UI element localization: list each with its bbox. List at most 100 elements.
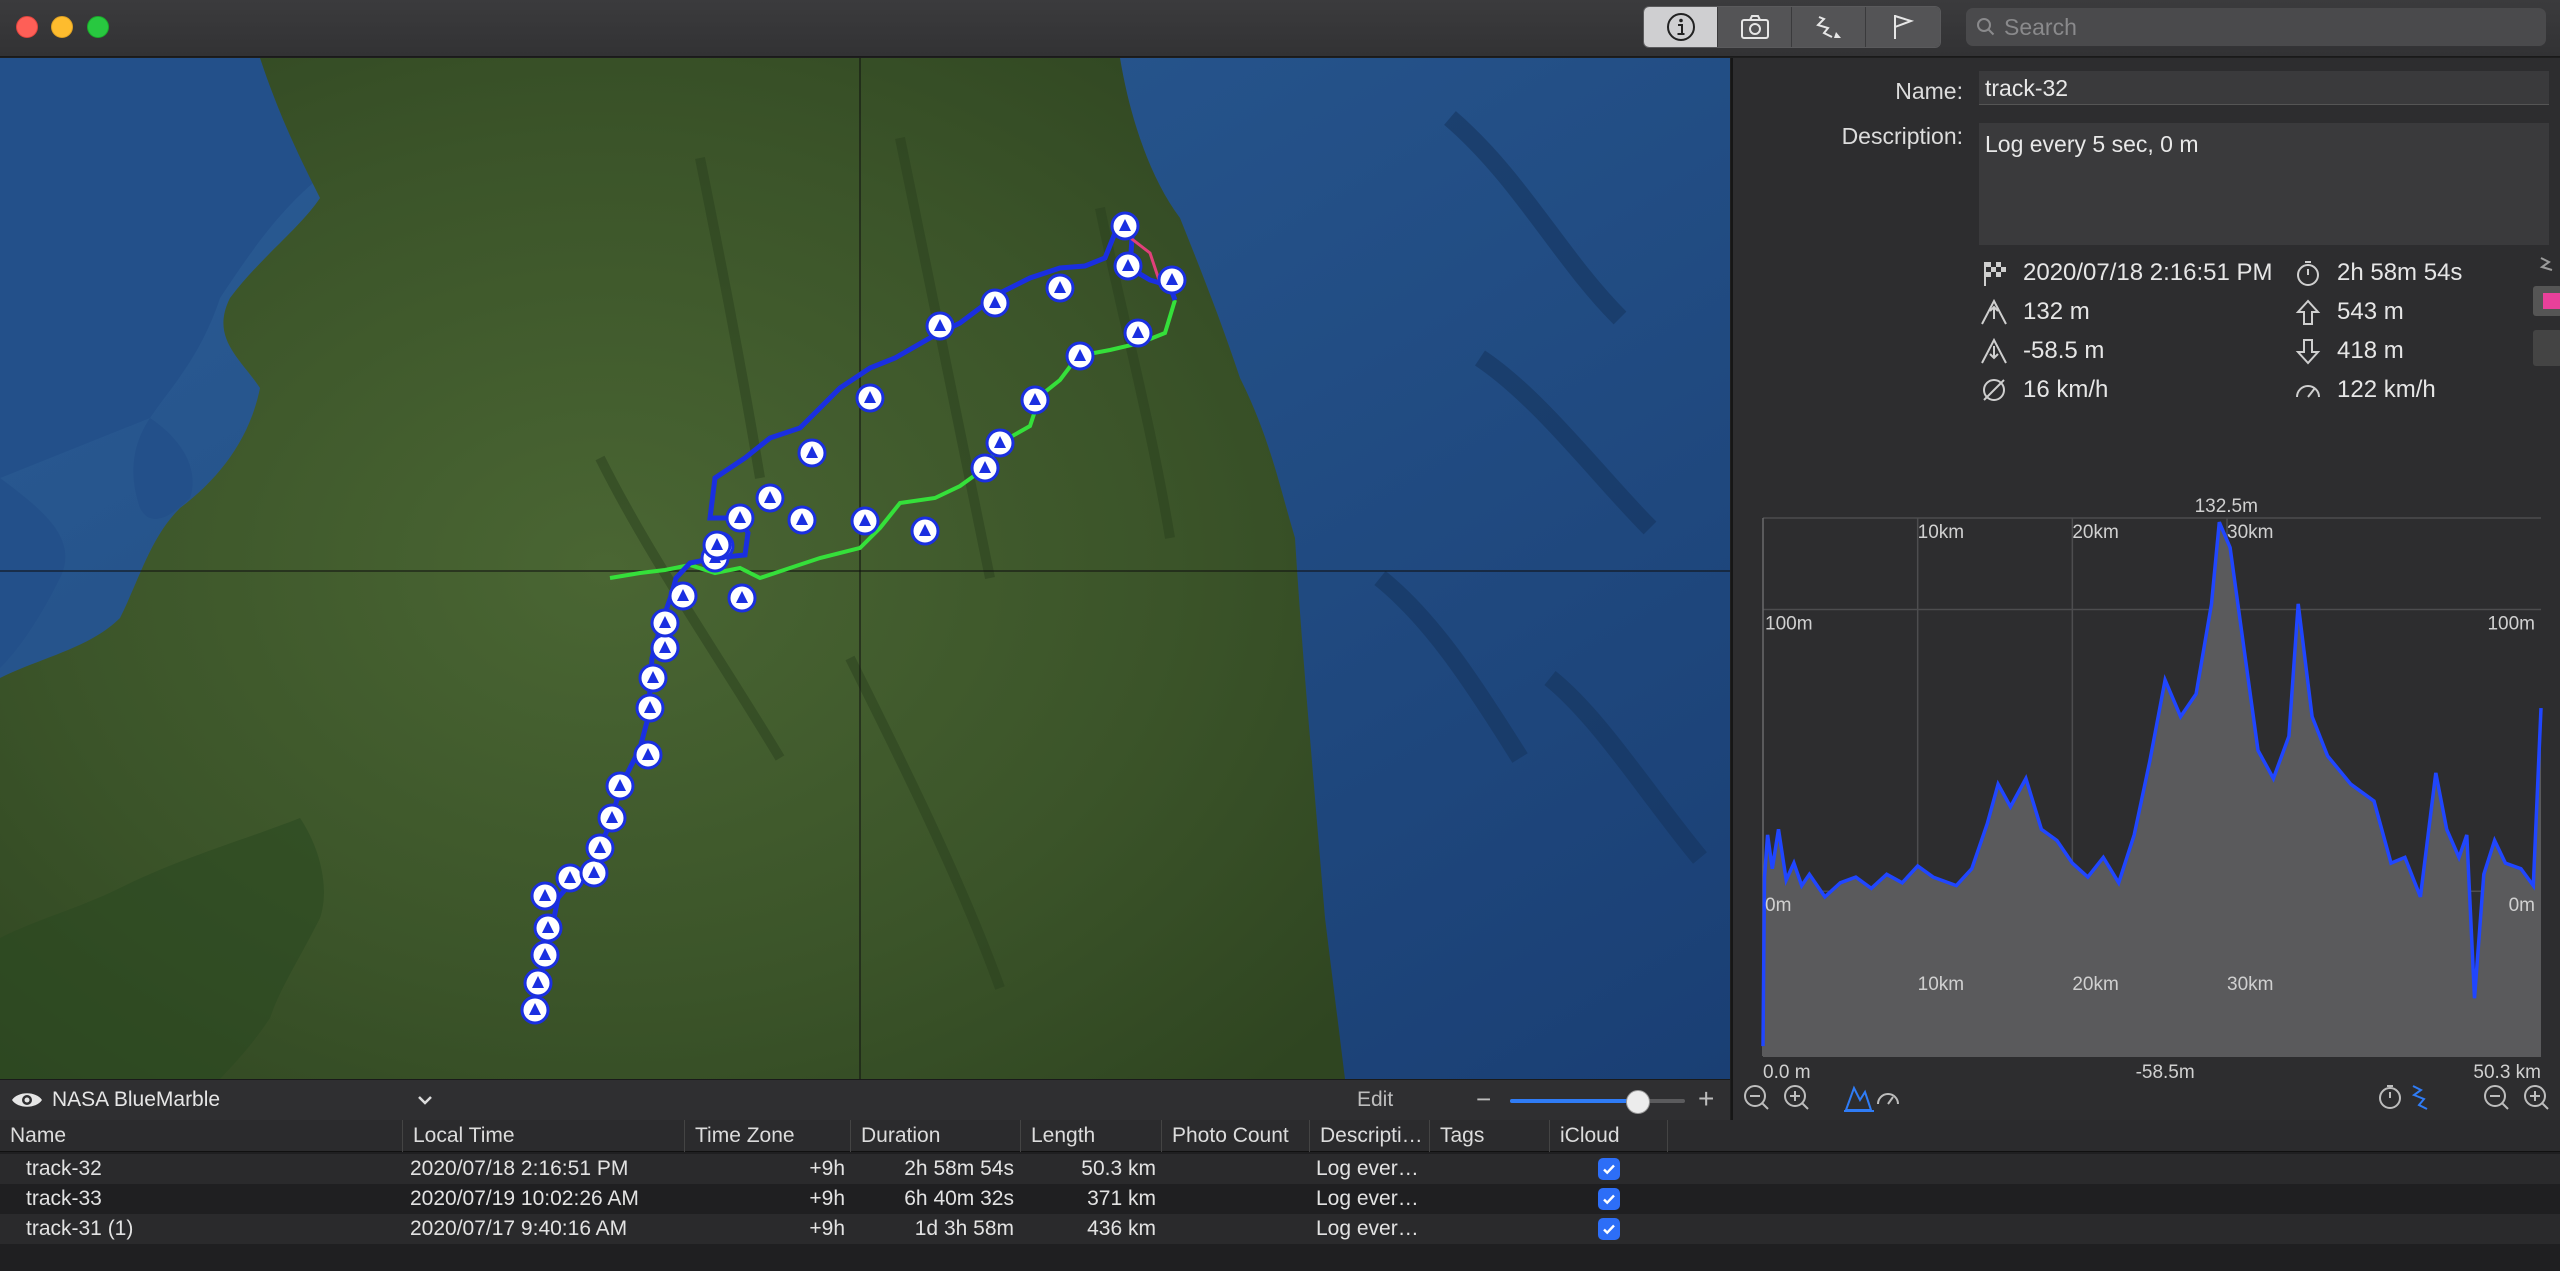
zoom-slider-knob[interactable] xyxy=(1625,1090,1650,1114)
track-marker[interactable] xyxy=(1110,211,1140,241)
zoom-slider[interactable] xyxy=(1510,1099,1685,1103)
name-field[interactable]: track-32 xyxy=(1979,71,2549,105)
track-marker[interactable] xyxy=(985,428,1015,458)
description-field[interactable]: Log every 5 sec, 0 m xyxy=(1979,123,2549,245)
zoom-out-button[interactable]: − xyxy=(1476,1084,1491,1115)
column-header-duration[interactable]: Duration xyxy=(851,1120,1021,1152)
distance-axis-icon[interactable] xyxy=(2411,1085,2428,1110)
close-window-button[interactable] xyxy=(16,16,38,38)
checkered-flag-icon xyxy=(1984,262,2006,286)
column-header-photo-count[interactable]: Photo Count xyxy=(1162,1120,1310,1152)
track-marker[interactable] xyxy=(533,913,563,943)
track-marker[interactable] xyxy=(755,483,785,513)
minimize-window-button[interactable] xyxy=(51,16,73,38)
track-marker[interactable] xyxy=(925,311,955,341)
cell-duration: 6h 40m 32s xyxy=(904,1187,1014,1210)
track-marker[interactable] xyxy=(797,438,827,468)
cell-tags xyxy=(1436,1184,1546,1214)
descent-stat: 418 m xyxy=(2293,336,2404,366)
track-marker[interactable] xyxy=(650,608,680,638)
track-marker[interactable] xyxy=(850,506,880,536)
track-marker[interactable] xyxy=(702,530,732,560)
zoom-window-button[interactable] xyxy=(87,16,109,38)
track-table: Name Local Time Time Zone Duration Lengt… xyxy=(0,1120,2560,1271)
track-marker[interactable] xyxy=(638,663,668,693)
chevron-down-icon[interactable] xyxy=(415,1093,435,1107)
icloud-checkbox[interactable] xyxy=(1598,1218,1620,1240)
track-marker[interactable] xyxy=(530,881,560,911)
zoom-slider-fill xyxy=(1510,1099,1638,1103)
track-marker[interactable] xyxy=(787,505,817,535)
tracks-tab-button[interactable] xyxy=(1792,7,1866,47)
duration-stat: 2h 58m 54s xyxy=(2293,258,2462,288)
track-marker[interactable] xyxy=(970,453,1000,483)
max-altitude-stat: 132 m xyxy=(1979,297,2090,327)
chart-y-min-label: -58.5m xyxy=(2136,1062,2195,1078)
track-marker[interactable] xyxy=(1020,385,1050,415)
track-marker[interactable] xyxy=(605,771,635,801)
icloud-checkbox[interactable] xyxy=(1598,1158,1620,1180)
map-view[interactable] xyxy=(0,58,1730,1079)
track-marker[interactable] xyxy=(1065,341,1095,371)
chart-zoom-in-right-icon[interactable] xyxy=(2524,1085,2549,1110)
track-marker[interactable] xyxy=(635,693,665,723)
track-marker[interactable] xyxy=(597,803,627,833)
track-marker[interactable] xyxy=(910,516,940,546)
min-altitude-icon xyxy=(1981,337,2007,364)
track-marker[interactable] xyxy=(585,833,615,863)
track-marker[interactable] xyxy=(579,858,609,888)
elevation-area xyxy=(1763,522,2541,1056)
cell-duration: 2h 58m 54s xyxy=(904,1157,1014,1180)
chart-zoom-out-right-icon[interactable] xyxy=(2484,1085,2509,1110)
color-strip[interactable] xyxy=(2531,248,2560,368)
column-header-name[interactable]: Name xyxy=(0,1120,403,1152)
track-marker[interactable] xyxy=(650,633,680,663)
chart-zoom-in-icon[interactable] xyxy=(1784,1085,1809,1110)
track-marker[interactable] xyxy=(980,288,1010,318)
table-row[interactable]: track-31 (1) 2020/07/17 9:40:16 AM +9h 1d 3… xyxy=(0,1214,2560,1244)
track-marker[interactable] xyxy=(855,383,885,413)
info-tab-button[interactable] xyxy=(1644,7,1718,47)
track-marker[interactable] xyxy=(523,968,553,998)
cell-description: Log ever… xyxy=(1316,1217,1419,1240)
track-marker[interactable] xyxy=(727,583,757,613)
zoom-in-button[interactable]: + xyxy=(1698,1083,1714,1115)
time-axis-icon[interactable] xyxy=(2379,1085,2401,1109)
track-marker[interactable] xyxy=(1157,265,1187,295)
altitude-mode-icon[interactable] xyxy=(1844,1085,1874,1112)
column-header-tags[interactable]: Tags xyxy=(1430,1120,1550,1152)
chart-zoom-out-icon[interactable] xyxy=(1744,1085,1769,1110)
photos-tab-button[interactable] xyxy=(1718,7,1792,47)
track-marker[interactable] xyxy=(1113,251,1143,281)
table-row[interactable]: track-33 2020/07/19 10:02:26 AM +9h 6h 40m … xyxy=(0,1184,2560,1214)
track-marker[interactable] xyxy=(1045,273,1075,303)
waypoints-tab-button[interactable] xyxy=(1866,7,1940,47)
track-marker[interactable] xyxy=(633,740,663,770)
column-header-time-zone[interactable]: Time Zone xyxy=(685,1120,851,1152)
track-info-panel: Name: track-32 Description: Log every 5 … xyxy=(1731,58,2560,1120)
column-header-description[interactable]: Descripti… xyxy=(1310,1120,1430,1152)
map-source-label[interactable]: NASA BlueMarble xyxy=(52,1088,220,1112)
track-marker[interactable] xyxy=(555,863,585,893)
track-marker[interactable] xyxy=(1123,318,1153,348)
chart-y-tick-left: 100m xyxy=(1765,614,1813,635)
edit-button[interactable]: Edit xyxy=(1357,1088,1393,1112)
start-time-value: 2020/07/18 2:16:51 PM xyxy=(2023,259,2273,286)
track-marker[interactable] xyxy=(520,995,550,1025)
search-field[interactable] xyxy=(1966,8,2546,46)
avg-speed-stat: 16 km/h xyxy=(1979,375,2108,405)
column-header-length[interactable]: Length xyxy=(1021,1120,1162,1152)
column-header-local-time[interactable]: Local Time xyxy=(403,1120,685,1152)
eye-icon[interactable] xyxy=(10,1089,44,1111)
elevation-chart[interactable]: 132.5m 10km 10km 20km 20km 30km 30km 100m 100m 0m… xyxy=(1733,428,2560,1078)
track-marker[interactable] xyxy=(530,940,560,970)
track-color-swatch[interactable] xyxy=(2543,293,2560,309)
speed-mode-icon[interactable] xyxy=(1877,1093,1899,1105)
icloud-checkbox[interactable] xyxy=(1598,1188,1620,1210)
search-input[interactable] xyxy=(2004,13,2524,41)
column-header-icloud[interactable]: iCloud xyxy=(1550,1120,1668,1152)
checkmark-icon xyxy=(1603,1194,1615,1205)
track-marker[interactable] xyxy=(725,503,755,533)
table-row[interactable]: track-32 2020/07/18 2:16:51 PM +9h 2h 58m 5… xyxy=(0,1154,2560,1184)
track-marker[interactable] xyxy=(668,581,698,611)
